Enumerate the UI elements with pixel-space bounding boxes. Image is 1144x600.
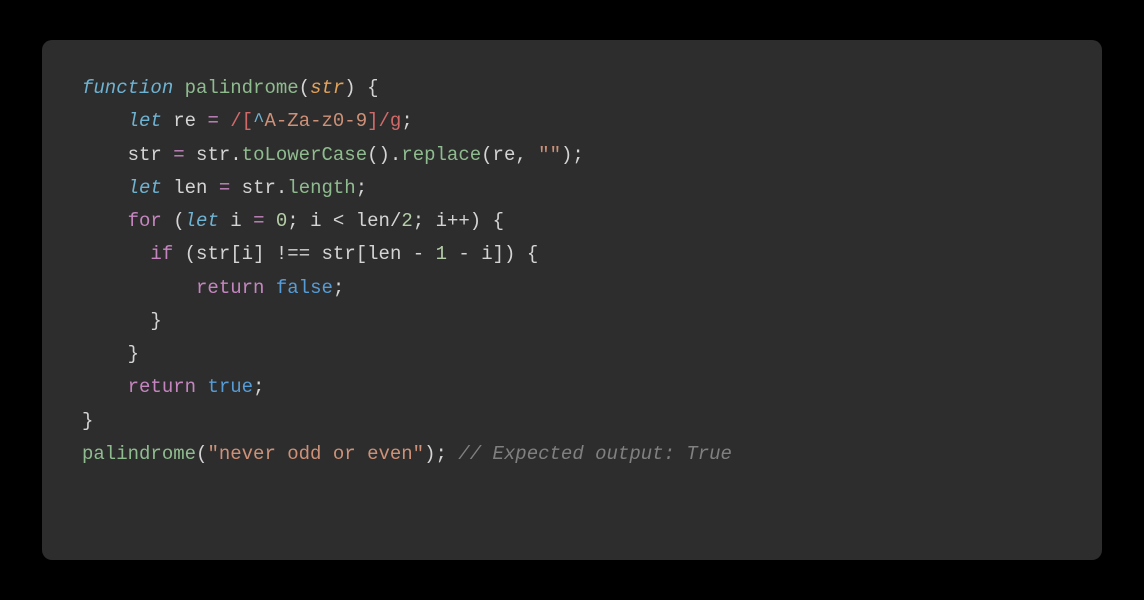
- keyword-return: return: [196, 277, 264, 299]
- function-name: palindrome: [185, 77, 299, 99]
- keyword-let: let: [128, 110, 162, 132]
- var-re: re: [173, 110, 196, 132]
- boolean-false: false: [276, 277, 333, 299]
- function-call: palindrome: [82, 443, 196, 465]
- comment: // Expected output: True: [458, 443, 732, 465]
- boolean-true: true: [207, 376, 253, 398]
- keyword-if: if: [150, 243, 173, 265]
- var-str: str: [128, 144, 162, 166]
- var-i: i: [230, 210, 241, 232]
- string-argument: "never odd or even": [207, 443, 424, 465]
- regex-literal: /[^A-Za-z0-9]/g: [230, 110, 401, 132]
- number-zero: 0: [276, 210, 287, 232]
- method-tolowercase: toLowerCase: [242, 144, 367, 166]
- keyword-function: function: [82, 77, 173, 99]
- param-str: str: [310, 77, 344, 99]
- string-empty: "": [538, 144, 561, 166]
- var-len: len: [173, 177, 207, 199]
- code-panel: function palindrome(str) { let re = /[^A…: [42, 40, 1102, 560]
- prop-length: length: [287, 177, 355, 199]
- code-block: function palindrome(str) { let re = /[^A…: [82, 72, 1062, 471]
- number-one: 1: [436, 243, 447, 265]
- number-two: 2: [401, 210, 412, 232]
- method-replace: replace: [401, 144, 481, 166]
- keyword-for: for: [128, 210, 162, 232]
